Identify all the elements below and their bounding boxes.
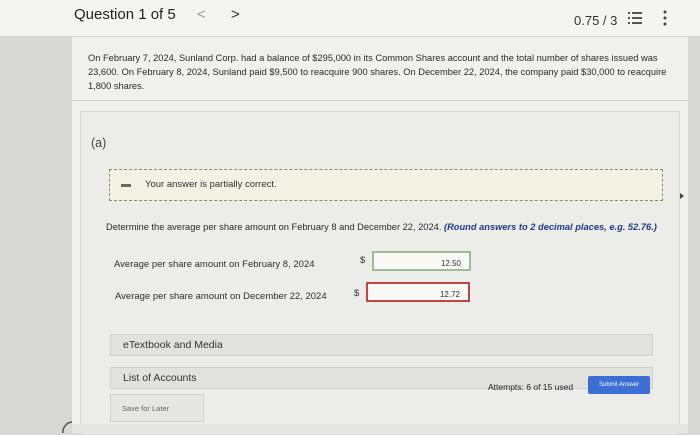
list-icon[interactable] bbox=[628, 12, 642, 24]
question-header: Question 1 of 5 < > 0.75 / 3 bbox=[0, 0, 700, 37]
question-title: Question 1 of 5 bbox=[74, 6, 176, 23]
attempts-counter: Attempts: 6 of 15 used bbox=[488, 382, 574, 392]
instruction-text: Determine the average per share amount o… bbox=[106, 222, 442, 232]
question-text: On February 7, 2024, Sunland Corp. had a… bbox=[72, 37, 688, 101]
scroll-arrow-icon bbox=[680, 193, 684, 199]
score-display: 0.75 / 3 bbox=[574, 13, 618, 28]
instruction: Determine the average per share amount o… bbox=[106, 222, 657, 232]
dec-22-currency: $ bbox=[354, 288, 360, 299]
previous-question-button[interactable]: < bbox=[197, 6, 206, 23]
refresh-arc-icon bbox=[62, 421, 73, 434]
save-for-later-button[interactable]: Save for Later bbox=[110, 394, 204, 422]
part-label: (a) bbox=[91, 136, 107, 150]
feb-8-answer-input[interactable]: 12.50 bbox=[372, 251, 471, 271]
more-vertical-icon[interactable] bbox=[662, 10, 668, 26]
dec-22-answer-input[interactable]: 12.72 bbox=[366, 282, 470, 302]
feedback-banner: Your answer is partially correct. bbox=[109, 169, 663, 201]
next-question-button[interactable]: > bbox=[231, 6, 240, 23]
etextbook-media-button[interactable]: eTextbook and Media bbox=[110, 334, 653, 356]
feb-8-currency: $ bbox=[360, 255, 366, 266]
submit-answer-button[interactable]: Submit Answer bbox=[588, 376, 650, 394]
partially-correct-icon bbox=[121, 184, 131, 187]
dec-22-label: Average per share amount on December 22,… bbox=[115, 291, 327, 302]
bottom-strip bbox=[72, 424, 688, 433]
feedback-text: Your answer is partially correct. bbox=[145, 179, 277, 190]
instruction-hint: (Round answers to 2 decimal places, e.g.… bbox=[444, 222, 657, 232]
feb-8-label: Average per share amount on February 8, … bbox=[114, 259, 315, 270]
